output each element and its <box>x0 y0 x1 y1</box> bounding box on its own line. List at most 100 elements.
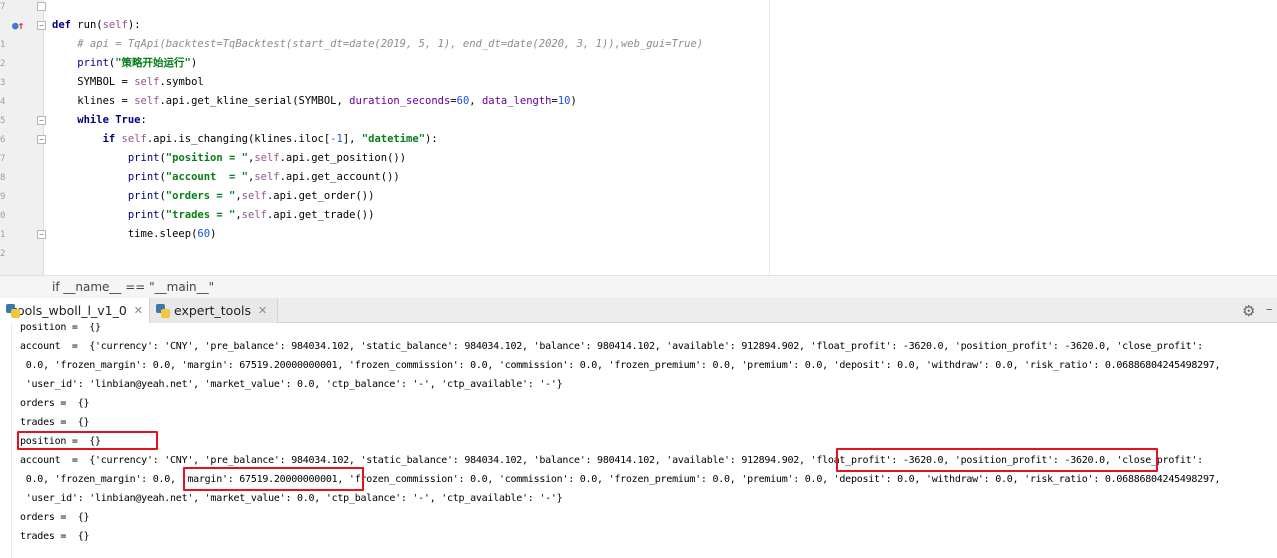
fold-marker-icon[interactable]: − <box>37 116 46 125</box>
breadcrumb[interactable]: if __name__ == "__main__" <box>52 280 214 294</box>
code-token: self <box>241 190 267 202</box>
code-token: "position = " <box>165 152 248 164</box>
code-line[interactable]: print("orders = ",self.api.get_order()) <box>52 187 375 206</box>
code-token: duration_seconds <box>349 95 451 107</box>
fold-marker-icon[interactable]: − <box>37 135 46 144</box>
console-line: trades = {} <box>20 531 90 542</box>
code-token: self <box>134 76 160 88</box>
line-number: 2 <box>0 59 6 69</box>
code-token: SYMBOL = <box>52 76 135 88</box>
code-token: .api.get_trade()) <box>266 209 375 221</box>
code-token: ) <box>570 95 577 107</box>
code-token: print <box>52 209 160 221</box>
code-token: .api.get_position()) <box>279 152 407 164</box>
console-line: position = {} <box>20 323 101 333</box>
console-gutter <box>0 323 12 558</box>
editor-gutter: ●↑ 7 1 2 3 4 5 6 7 8 9 0 1 2 − − − − <box>0 0 46 275</box>
tab-label: expert_tools <box>174 303 251 318</box>
minimize-icon[interactable]: – <box>1266 302 1273 317</box>
fold-marker-icon[interactable] <box>37 2 46 11</box>
line-number: 7 <box>0 154 6 164</box>
code-token: 10 <box>557 95 571 107</box>
code-token: 60 <box>456 95 470 107</box>
code-token: "orders = " <box>165 190 236 202</box>
right-margin-guide <box>769 0 770 275</box>
code-line[interactable]: print("account = ",self.api.get_account(… <box>52 168 400 187</box>
tab-label: tools_wboll_l_v1_0 <box>12 303 127 318</box>
code-token: while True <box>52 114 141 126</box>
line-number: 1 <box>0 230 6 240</box>
code-token: def <box>52 19 78 31</box>
code-token: data_length <box>481 95 552 107</box>
code-token: , <box>469 95 482 107</box>
code-token: ], <box>342 133 362 145</box>
run-console[interactable]: position = {} account = {'currency': 'CNY… <box>0 323 1277 558</box>
code-token: .api.is_changing(klines.iloc[ <box>146 133 331 145</box>
python-icon <box>6 303 20 318</box>
code-token: "trades = " <box>165 209 236 221</box>
python-icon <box>156 303 170 318</box>
code-line[interactable]: print("trades = ",self.api.get_trade()) <box>52 206 375 225</box>
code-token: self <box>134 95 160 107</box>
gear-icon[interactable]: ⚙ <box>1242 302 1255 320</box>
code-token: "策略开始运行" <box>115 57 191 69</box>
code-token: print <box>52 171 160 183</box>
code-token: .api.get_account()) <box>279 171 400 183</box>
code-line[interactable]: # api = TqApi(backtest=TqBacktest(start_… <box>52 35 703 54</box>
code-token: "account = " <box>165 171 248 183</box>
highlight-box-margin <box>183 467 364 491</box>
code-token: "datetime" <box>361 133 426 145</box>
code-token: ): <box>425 133 438 145</box>
code-line[interactable]: while True: <box>52 111 147 130</box>
highlight-box-profit <box>836 448 1158 472</box>
console-line: 0.0, 'frozen_margin': 0.0, 'margin': 675… <box>20 360 1221 371</box>
console-line: trades = {} <box>20 417 90 428</box>
code-token: self <box>254 171 280 183</box>
run-tab-bar: tools_wboll_l_v1_0 ✕ expert_tools ✕ <box>0 298 1277 323</box>
close-icon[interactable]: ✕ <box>134 304 143 317</box>
line-number: 6 <box>0 135 6 145</box>
code-token: .api.get_kline_serial(SYMBOL, <box>159 95 350 107</box>
fold-marker-icon[interactable]: − <box>37 21 46 30</box>
code-line[interactable]: print("策略开始运行") <box>52 54 197 73</box>
code-token: 60 <box>197 228 211 240</box>
code-token: ) <box>210 228 217 240</box>
line-number: 2 <box>0 249 6 259</box>
code-line[interactable]: print("position = ",self.api.get_positio… <box>52 149 406 168</box>
code-editor[interactable]: ●↑ 7 1 2 3 4 5 6 7 8 9 0 1 2 − − − − def… <box>0 0 1277 275</box>
console-line: orders = {} <box>20 398 90 409</box>
code-line[interactable]: SYMBOL = self.symbol <box>52 73 204 92</box>
code-token: .symbol <box>159 76 204 88</box>
line-number: 4 <box>0 97 6 107</box>
line-number: 9 <box>0 192 6 202</box>
line-number: 5 <box>0 116 6 126</box>
code-token: time.sleep( <box>52 228 198 240</box>
close-icon[interactable]: ✕ <box>258 304 267 317</box>
code-token: self <box>121 133 147 145</box>
fold-marker-icon[interactable]: − <box>37 230 46 239</box>
code-token: print <box>52 152 160 164</box>
console-line: orders = {} <box>20 512 90 523</box>
code-token: klines = <box>52 95 135 107</box>
code-line[interactable]: klines = self.api.get_kline_serial(SYMBO… <box>52 92 577 111</box>
code-token: print <box>52 57 109 69</box>
code-token: if <box>52 133 122 145</box>
code-token: self <box>102 19 128 31</box>
code-line[interactable]: time.sleep(60) <box>52 225 217 244</box>
code-token: -1 <box>330 133 343 145</box>
line-number: 0 <box>0 211 6 221</box>
tab-tools-wboll[interactable]: tools_wboll_l_v1_0 ✕ <box>0 298 150 323</box>
breadcrumb-bar: if __name__ == "__main__" <box>0 275 1277 298</box>
code-token: self <box>241 209 267 221</box>
highlight-box-position <box>17 431 158 450</box>
code-line[interactable]: if self.api.is_changing(klines.iloc[-1],… <box>52 130 438 149</box>
line-number: 7 <box>0 2 6 12</box>
code-line[interactable]: def run(self): <box>52 16 141 35</box>
code-token: print <box>52 190 160 202</box>
tab-expert-tools[interactable]: expert_tools ✕ <box>150 298 278 323</box>
line-number: 8 <box>0 173 6 183</box>
console-line: 'user_id': 'linbian@yeah.net', 'market_v… <box>20 379 563 390</box>
override-method-icon[interactable]: ●↑ <box>12 19 24 32</box>
code-token: ): <box>127 19 141 31</box>
code-token: .api.get_order()) <box>266 190 375 202</box>
